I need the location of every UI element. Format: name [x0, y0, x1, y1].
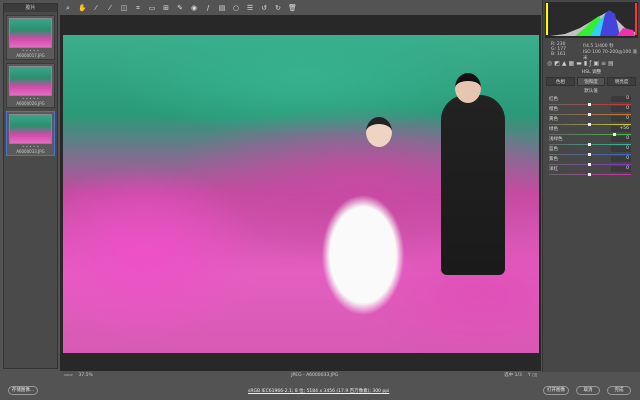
default-link[interactable]: 默认值	[543, 88, 639, 94]
slider-value[interactable]: 0	[611, 166, 631, 172]
hand-icon[interactable]: ✋	[78, 4, 87, 12]
filmstrip-title: 胶片	[4, 4, 57, 12]
thumbnail-image	[9, 66, 52, 96]
done-button[interactable]: 完成	[607, 386, 631, 395]
slider-2[interactable]: 黄色 0	[547, 116, 635, 126]
status-bar: ▭▭ 37.5% JPEG - A6000033.JPG 选中 1/3 Y ▯▯	[60, 371, 541, 379]
slider-7[interactable]: 洋红 0	[547, 166, 635, 176]
slider-handle[interactable]	[588, 173, 591, 176]
straighten-icon[interactable]: ▭	[148, 4, 156, 12]
slider-value[interactable]: 0	[611, 156, 631, 162]
target-adjust-icon[interactable]: ◫	[120, 4, 128, 12]
save-image-button[interactable]: 存储图像...	[8, 386, 38, 395]
basic-icon[interactable]: ◎	[547, 60, 552, 67]
slider-value[interactable]: 0	[611, 136, 631, 142]
redeye-icon[interactable]: ◉	[190, 4, 198, 12]
presets-icon[interactable]: ≡	[601, 60, 606, 67]
slider-value[interactable]: 0	[611, 146, 631, 152]
slider-value[interactable]: 0	[611, 116, 631, 122]
slider-value[interactable]: 0	[611, 106, 631, 112]
slider-3[interactable]: 绿色 +56	[547, 126, 635, 136]
zoom-level[interactable]: 37.5%	[79, 373, 93, 378]
bride-figure	[303, 145, 423, 315]
hsl-icon[interactable]: ▦	[569, 60, 575, 67]
bride-head	[366, 117, 392, 147]
detail-icon[interactable]: ▲	[562, 60, 567, 67]
filmstrip: 胶片 • • • • • A6000017.JPG • • • • • A60000…	[3, 3, 58, 369]
histogram	[545, 2, 638, 38]
toolbar: ⌕ ✋ ⁄ ⁄ ◫ ⌗ ▭ ⊞ ✎ ◉ / ▤ ○ ☰ ↺ ↻ 🗑	[60, 2, 540, 14]
slider-4[interactable]: 浅绿色 0	[547, 136, 635, 146]
split-tone-icon[interactable]: ▬	[576, 60, 582, 67]
slider-1[interactable]: 橙色 0	[547, 106, 635, 116]
slider-label: 绿色	[549, 127, 558, 132]
compare-icon[interactable]: Y ▯▯	[528, 373, 537, 378]
tab-saturation[interactable]: 饱和度	[576, 77, 606, 86]
thumbnail[interactable]: • • • • • A6000026.JPG	[6, 63, 55, 108]
slider-label: 洋红	[549, 167, 558, 172]
slider-label: 浅绿色	[549, 137, 563, 142]
panel-title: HSL 调整	[581, 70, 602, 75]
filename-label: JPEG - A6000033.JPG	[291, 372, 339, 378]
crop-icon[interactable]: ⌗	[134, 4, 142, 13]
thumbnail-image	[9, 114, 52, 144]
slider-0[interactable]: 红色 0	[547, 96, 635, 106]
tab-hue[interactable]: 色相	[546, 77, 575, 86]
curve-icon[interactable]: ◩	[554, 60, 560, 67]
thumbnail-selected[interactable]: • • • • • A6000033.JPG	[6, 111, 55, 156]
preferences-icon[interactable]: ☰	[246, 4, 254, 12]
thumbnail[interactable]: • • • • • A6000017.JPG	[6, 15, 55, 60]
groom-figure	[441, 95, 505, 275]
cancel-button[interactable]: 取消	[576, 386, 600, 395]
zoom-icon[interactable]: ⌕	[64, 4, 72, 13]
slider-value[interactable]: +56	[611, 126, 631, 132]
workflow-options-link[interactable]: sRGB IEC61966-2.1; 8 位; 5184 x 3456 (17.…	[248, 388, 389, 394]
snapshot-icon[interactable]: ▤	[608, 60, 614, 67]
slider-6[interactable]: 紫色 0	[547, 156, 635, 166]
slider-value[interactable]: 0	[611, 96, 631, 102]
spot-removal-icon[interactable]: ✎	[176, 4, 184, 12]
color-sampler-icon[interactable]: ⁄	[106, 4, 114, 12]
white-balance-icon[interactable]: ⁄	[92, 4, 100, 12]
transform-icon[interactable]: ⊞	[162, 4, 170, 12]
slider-5[interactable]: 蓝色 0	[547, 146, 635, 156]
adjust-panel: R: 230 G: 177 B: 161 f/4.5 1/400 秒 ISO 1…	[542, 0, 640, 372]
rotate-right-icon[interactable]: ↻	[274, 4, 282, 12]
slider-label: 紫色	[549, 157, 558, 162]
trash-icon[interactable]: 🗑	[288, 4, 297, 12]
open-image-button[interactable]: 打开图像	[543, 386, 569, 395]
preview-image[interactable]	[63, 35, 539, 353]
rgb-b: B: 161	[551, 52, 566, 57]
rotate-left-icon[interactable]: ↺	[260, 4, 268, 12]
camera-icon[interactable]: ▣	[593, 60, 599, 67]
radial-filter-icon[interactable]: ○	[232, 4, 240, 12]
select-counter[interactable]: 选中 1/3	[504, 372, 522, 378]
thumbnail-image	[9, 18, 52, 48]
slider-label: 红色	[549, 97, 558, 102]
brush-icon[interactable]: /	[204, 4, 212, 12]
lens-icon[interactable]: ▮	[584, 60, 587, 67]
slider-track[interactable]	[549, 134, 631, 135]
thumbnail-filename: A6000017.JPG	[16, 53, 45, 58]
slider-label: 蓝色	[549, 147, 558, 152]
slider-label: 黄色	[549, 117, 558, 122]
groom-head	[455, 73, 481, 103]
tab-luminance[interactable]: 明亮度	[607, 77, 637, 86]
graduated-filter-icon[interactable]: ▤	[218, 4, 226, 12]
thumbnail-filename: A6000026.JPG	[16, 101, 45, 106]
slider-list: 红色 0 橙色 0 黄色 0 绿色 +56 浅绿色 0 蓝色 0 紫色 0 洋红 0	[543, 96, 639, 176]
panel-tabs: ◎ ◩ ▲ ▦ ▬ ▮ ƒ ▣ ≡ ▤	[545, 60, 616, 67]
fit-view-icon[interactable]: ▭▭	[64, 373, 73, 378]
fx-icon[interactable]: ƒ	[589, 60, 591, 67]
thumbnail-filename: A6000033.JPG	[16, 149, 45, 154]
slider-label: 橙色	[549, 107, 558, 112]
